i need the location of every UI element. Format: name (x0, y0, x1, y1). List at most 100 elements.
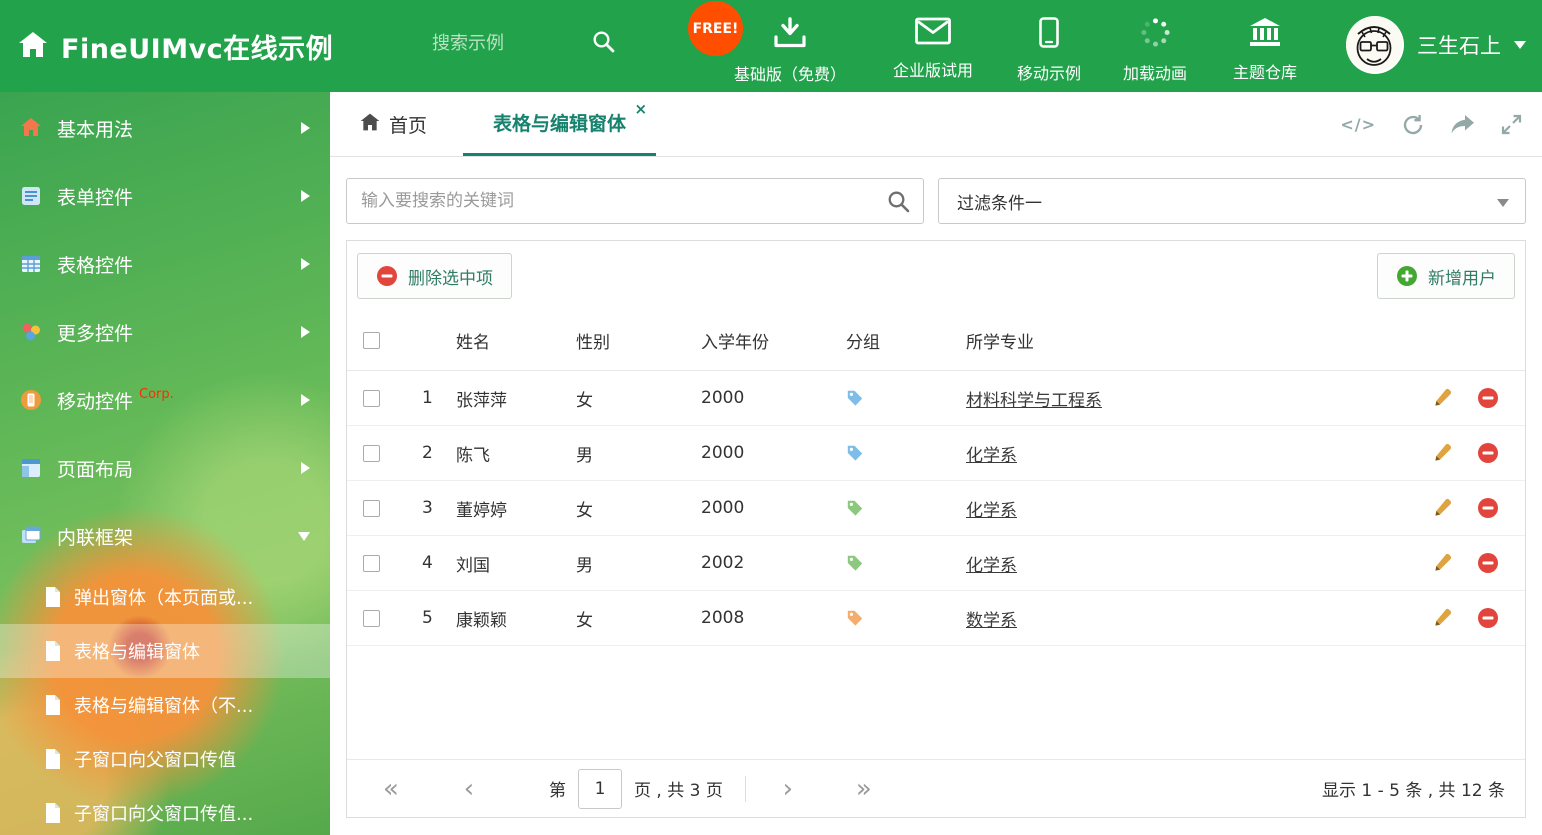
search-icon[interactable] (592, 30, 615, 57)
sidebar-subitem-child-to-parent-2[interactable]: 子窗口向父窗口传值... (0, 786, 330, 835)
sidebar-item-page-layout[interactable]: 页面布局 (0, 434, 330, 502)
cell-year: 2000 (701, 498, 745, 518)
user-name: 三生石上 (1417, 34, 1501, 58)
sidebar-subitem-child-to-parent[interactable]: 子窗口向父窗口传值 (0, 732, 330, 786)
edit-icon[interactable] (1433, 387, 1453, 409)
frame-icon (20, 525, 42, 547)
major-link[interactable]: 化学系 (966, 501, 1017, 521)
major-link[interactable]: 数学系 (966, 611, 1017, 631)
nav-item-theme-repo[interactable]: 主题仓库 (1213, 17, 1317, 83)
keyword-search-input[interactable] (347, 179, 923, 223)
nav-item-label: 企业版试用 (892, 61, 973, 80)
tag-icon[interactable] (846, 389, 864, 407)
home-icon (360, 113, 380, 136)
tab-home[interactable]: 首页 (360, 92, 427, 156)
nav-item-enterprise-trial[interactable]: 企业版试用 (873, 17, 993, 81)
table-row: 4 刘国 男 2002 化学系 (347, 536, 1525, 591)
edit-icon[interactable] (1433, 552, 1453, 574)
edit-icon[interactable] (1433, 497, 1453, 519)
sidebar-subitem-popup-window[interactable]: 弹出窗体（本页面或... (0, 570, 330, 624)
user-menu[interactable]: 三生石上 (1346, 16, 1526, 74)
sidebar-subitem-grid-edit-window-2[interactable]: 表格与编辑窗体（不... (0, 678, 330, 732)
header-search-input[interactable] (432, 33, 592, 54)
major-link[interactable]: 化学系 (966, 446, 1017, 466)
avatar (1346, 16, 1404, 74)
delete-icon[interactable] (1477, 442, 1499, 464)
sidebar-item-form-controls[interactable]: 表单控件 (0, 162, 330, 230)
cell-year: 2000 (701, 388, 745, 408)
chevron-right-icon (301, 190, 310, 202)
file-icon (44, 694, 62, 716)
sidebar-item-inline-frame[interactable]: 内联框架 (0, 502, 330, 570)
sidebar-item-basic-usage[interactable]: 基本用法 (0, 94, 330, 162)
code-icon[interactable]: </> (1340, 115, 1376, 134)
select-all-checkbox[interactable] (363, 332, 380, 349)
file-icon (44, 640, 62, 662)
major-link[interactable]: 材料科学与工程系 (966, 391, 1102, 411)
refresh-icon[interactable] (1402, 114, 1424, 136)
search-icon[interactable] (887, 190, 910, 217)
cell-year: 2008 (701, 608, 745, 628)
cell-gender: 男 (576, 445, 593, 466)
page-suffix-label: 页 , 共 3 页 (634, 781, 723, 801)
delete-selected-button[interactable]: 删除选中项 (357, 253, 512, 299)
app-header: FineUIMvc在线示例 FREE! 基础版（免费） 企业版试用 移动示例 加… (0, 0, 1542, 92)
row-number: 3 (422, 498, 433, 518)
expand-icon[interactable] (1501, 114, 1522, 135)
tag-icon[interactable] (846, 499, 864, 517)
row-checkbox[interactable] (363, 499, 380, 517)
file-icon (44, 802, 62, 824)
edit-icon[interactable] (1433, 442, 1453, 464)
tag-icon[interactable] (846, 609, 864, 627)
nav-item-mobile-demo[interactable]: 移动示例 (997, 17, 1101, 84)
next-page-button[interactable]: › (768, 776, 808, 802)
major-link[interactable]: 化学系 (966, 556, 1017, 576)
column-header-group[interactable]: 分组 (842, 328, 962, 353)
table-empty-area (347, 646, 1525, 759)
add-user-button[interactable]: 新增用户 (1377, 253, 1515, 299)
sidebar-item-mobile-controls[interactable]: 移动控件 Corp. (0, 366, 330, 434)
row-checkbox[interactable] (363, 609, 380, 627)
row-number: 1 (422, 388, 433, 408)
chevron-right-icon (301, 122, 310, 134)
cell-name: 董婷婷 (456, 500, 507, 521)
nav-item-loading-animation[interactable]: 加载动画 (1103, 17, 1207, 84)
controls-icon (20, 321, 42, 343)
first-page-button[interactable]: « (371, 776, 411, 802)
sidebar-item-more-controls[interactable]: 更多控件 (0, 298, 330, 366)
main-content: 首页 表格与编辑窗体 × </> 过滤条件一 (330, 92, 1542, 835)
share-icon[interactable] (1450, 114, 1475, 135)
delete-icon[interactable] (1477, 387, 1499, 409)
column-header-gender[interactable]: 性别 (572, 328, 697, 353)
tag-icon[interactable] (846, 444, 864, 462)
row-checkbox[interactable] (363, 554, 380, 572)
row-checkbox[interactable] (363, 444, 380, 462)
tag-icon[interactable] (846, 554, 864, 572)
column-header-name[interactable]: 姓名 (452, 328, 572, 353)
table-header: 姓名 性别 入学年份 分组 所学专业 (347, 311, 1525, 371)
cell-name: 刘国 (456, 555, 490, 576)
prev-page-button[interactable]: ‹ (449, 776, 489, 802)
tab-grid-edit-window[interactable]: 表格与编辑窗体 × (463, 92, 657, 156)
plus-circle-icon (1396, 265, 1418, 287)
last-page-button[interactable]: » (844, 776, 884, 802)
column-header-major[interactable]: 所学专业 (962, 328, 1405, 353)
delete-icon[interactable] (1477, 497, 1499, 519)
sidebar-item-grid-controls[interactable]: 表格控件 (0, 230, 330, 298)
close-icon[interactable]: × (634, 102, 647, 117)
filter-dropdown[interactable]: 过滤条件一 (938, 178, 1526, 224)
row-number: 2 (422, 443, 433, 463)
row-checkbox[interactable] (363, 389, 380, 407)
cell-gender: 女 (576, 390, 593, 411)
column-header-year[interactable]: 入学年份 (697, 328, 842, 353)
cell-name: 陈飞 (456, 445, 490, 466)
delete-icon[interactable] (1477, 607, 1499, 629)
file-icon (44, 748, 62, 770)
sidebar-subitem-grid-edit-window[interactable]: 表格与编辑窗体 (0, 624, 330, 678)
table-row: 3 董婷婷 女 2000 化学系 (347, 481, 1525, 536)
table-row: 5 康颖颖 女 2008 数学系 (347, 591, 1525, 646)
delete-icon[interactable] (1477, 552, 1499, 574)
edit-icon[interactable] (1433, 607, 1453, 629)
record-summary: 显示 1 - 5 条 , 共 12 条 (1321, 781, 1505, 801)
page-number-input[interactable] (578, 768, 622, 809)
